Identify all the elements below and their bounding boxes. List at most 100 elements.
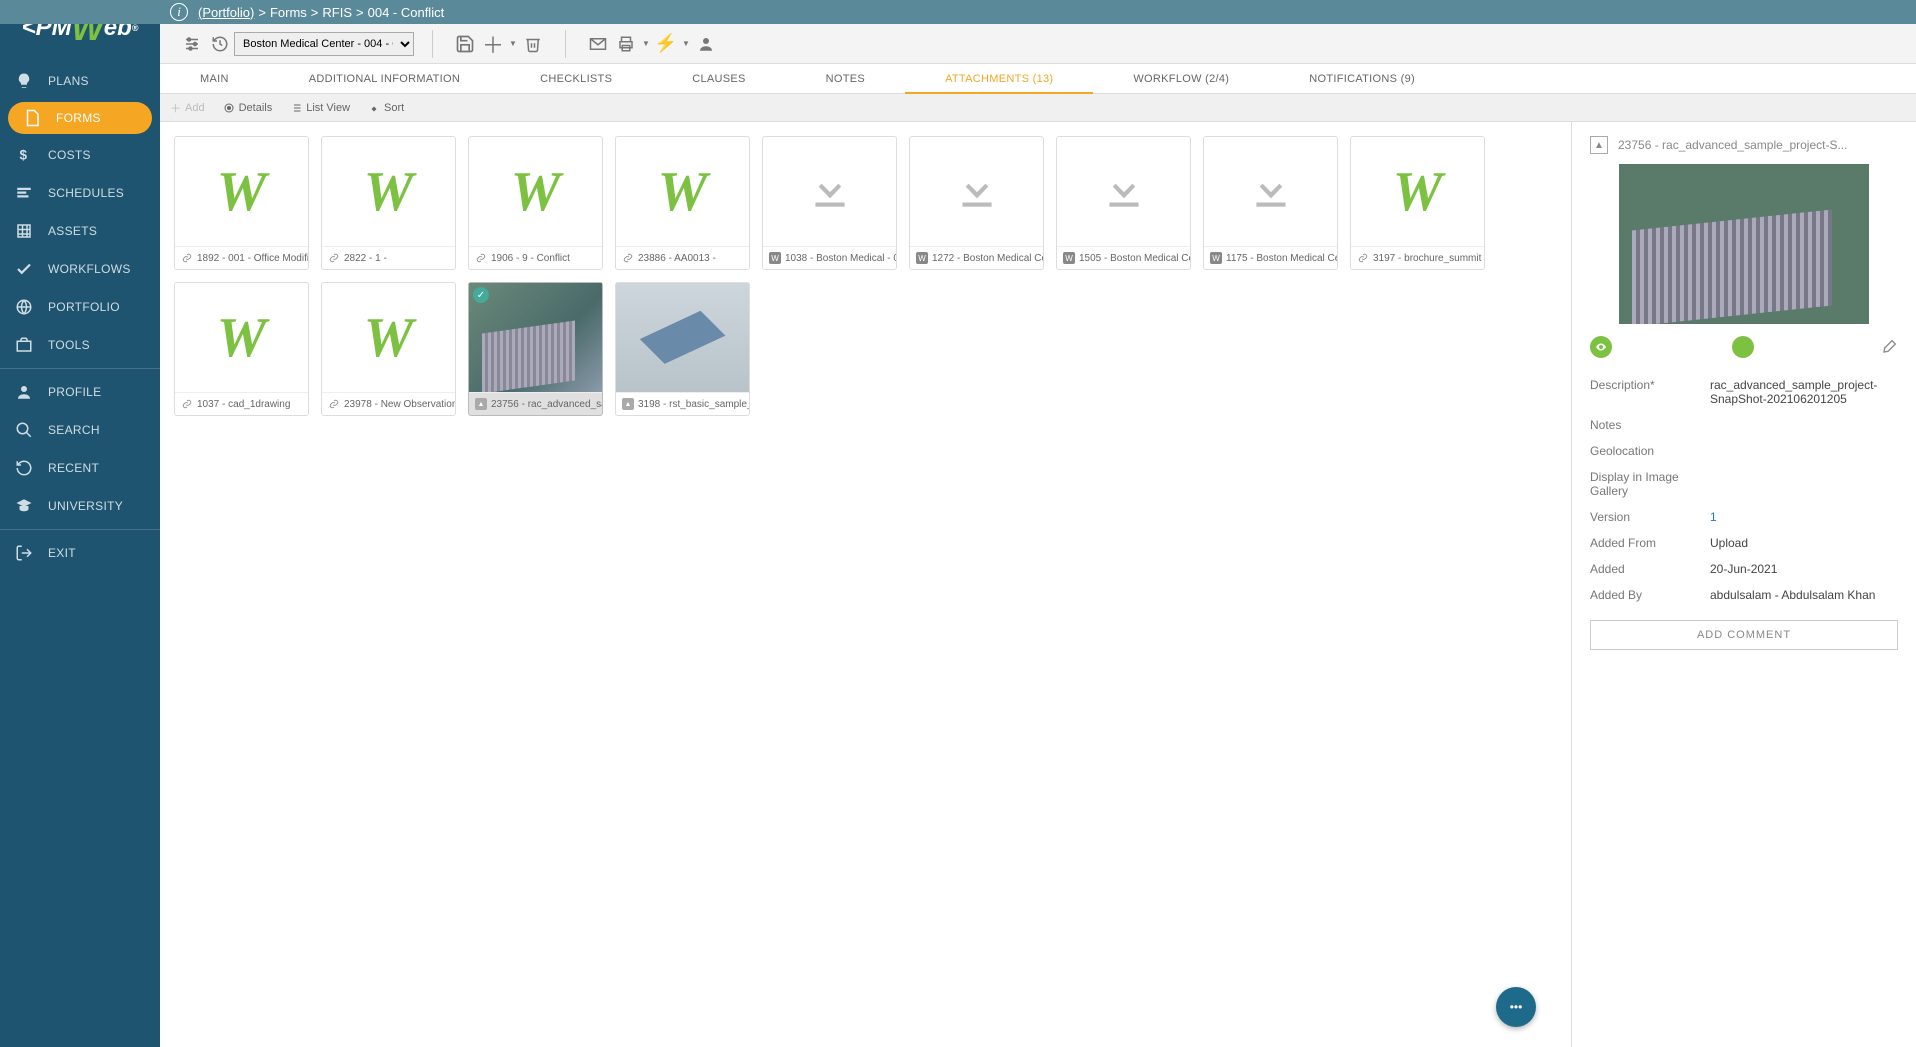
- toolbar-settings-icon[interactable]: [178, 30, 206, 58]
- action-dropdown-icon[interactable]: ▼: [680, 30, 692, 58]
- email-icon[interactable]: [584, 30, 612, 58]
- attachment-card[interactable]: W1906 - 9 - Conflict: [468, 136, 603, 270]
- attachment-card[interactable]: W1038 - Boston Medical - 00...: [762, 136, 897, 270]
- sidebar-item-assets[interactable]: ASSETS: [0, 212, 160, 250]
- delete-icon[interactable]: [519, 30, 547, 58]
- card-thumbnail: [910, 137, 1043, 247]
- subbar-listview[interactable]: List View: [290, 102, 350, 114]
- version-link[interactable]: 1: [1710, 510, 1717, 524]
- toolbar-history-icon[interactable]: [206, 30, 234, 58]
- tab-clauses[interactable]: CLAUSES: [652, 64, 785, 93]
- breadcrumb-forms[interactable]: Forms: [270, 5, 307, 20]
- attachments-subbar: ＋ Add Details List View Sort: [160, 94, 1916, 122]
- geolocation-label: Geolocation: [1590, 444, 1710, 458]
- added-value: 20-Jun-2021: [1710, 562, 1898, 576]
- sidebar-item-tools[interactable]: TOOLS: [0, 326, 160, 364]
- sidebar-item-profile[interactable]: PROFILE: [0, 373, 160, 411]
- add-dropdown-icon[interactable]: ▼: [507, 30, 519, 58]
- search-icon: [14, 420, 34, 440]
- sidebar-item-label: PORTFOLIO: [48, 300, 120, 314]
- attachment-card[interactable]: W23978 - New Observation - ...: [321, 282, 456, 416]
- user-icon[interactable]: [692, 30, 720, 58]
- sidebar-item-label: FORMS: [56, 111, 101, 125]
- link-icon: [328, 398, 340, 410]
- link-icon: [475, 252, 487, 264]
- link-icon: [622, 252, 634, 264]
- add-icon[interactable]: ＋: [479, 30, 507, 58]
- case-icon: [14, 335, 34, 355]
- sidebar-item-workflows[interactable]: WORKFLOWS: [0, 250, 160, 288]
- tab-notes[interactable]: NOTES: [786, 64, 905, 93]
- attachment-card[interactable]: W2822 - 1 -: [321, 136, 456, 270]
- attachment-card[interactable]: W1272 - Boston Medical Cent...: [909, 136, 1044, 270]
- dollar-icon: $: [14, 145, 34, 165]
- card-thumbnail: [763, 137, 896, 247]
- sidebar-item-plans[interactable]: PLANS: [0, 62, 160, 100]
- view-button[interactable]: [1590, 336, 1612, 358]
- breadcrumb-root[interactable]: (Portfolio): [198, 5, 254, 20]
- card-label: ▲23756 - rac_advanced_sam...: [469, 393, 602, 415]
- card-thumbnail: [1204, 137, 1337, 247]
- download-button[interactable]: [1732, 336, 1754, 358]
- sidebar-item-search[interactable]: SEARCH: [0, 411, 160, 449]
- card-label: 1892 - 001 - Office Modifica...: [175, 247, 308, 269]
- breadcrumb-rfis[interactable]: RFIS: [322, 5, 352, 20]
- word-icon: W: [1063, 252, 1075, 264]
- attachment-card[interactable]: W23886 - AA0013 -: [615, 136, 750, 270]
- bars-icon: [14, 183, 34, 203]
- sidebar-item-costs[interactable]: $COSTS: [0, 136, 160, 174]
- card-label: 23978 - New Observation - ...: [322, 393, 455, 415]
- attachment-card[interactable]: ▲23756 - rac_advanced_sam...: [468, 282, 603, 416]
- edit-brush-icon[interactable]: [1882, 338, 1898, 357]
- sidebar-item-portfolio[interactable]: PORTFOLIO: [0, 288, 160, 326]
- tab-attachments-13-[interactable]: ATTACHMENTS (13): [905, 64, 1093, 93]
- card-thumbnail: W: [322, 137, 455, 247]
- print-icon[interactable]: [612, 30, 640, 58]
- grid-icon: [14, 221, 34, 241]
- info-icon[interactable]: i: [170, 3, 188, 21]
- bulb-icon: [14, 71, 34, 91]
- description-value: rac_advanced_sample_project-SnapShot-202…: [1710, 378, 1898, 406]
- link-icon: [181, 252, 193, 264]
- notes-label: Notes: [1590, 418, 1710, 432]
- attachment-card[interactable]: W1175 - Boston Medical Cent...: [1203, 136, 1338, 270]
- card-thumbnail: W: [469, 137, 602, 247]
- save-icon[interactable]: [451, 30, 479, 58]
- tab-main[interactable]: MAIN: [160, 64, 269, 93]
- tab-additional-information[interactable]: ADDITIONAL INFORMATION: [269, 64, 500, 93]
- display-gallery-label: Display in Image Gallery: [1590, 470, 1710, 498]
- attachment-card[interactable]: W1892 - 001 - Office Modifica...: [174, 136, 309, 270]
- sidebar-item-label: PROFILE: [48, 385, 101, 399]
- attachment-card[interactable]: W1505 - Boston Medical Cent...: [1056, 136, 1191, 270]
- added-by-label: Added By: [1590, 588, 1710, 602]
- attachment-card[interactable]: W1037 - cad_1drawing: [174, 282, 309, 416]
- globe-icon: [14, 297, 34, 317]
- add-comment-button[interactable]: ADD COMMENT: [1590, 620, 1898, 650]
- tab-workflow-2-4-[interactable]: WORKFLOW (2/4): [1093, 64, 1269, 93]
- link-icon: [181, 398, 193, 410]
- details-title: 23756 - rac_advanced_sample_project-S...: [1618, 138, 1847, 152]
- fab-button[interactable]: •••: [1496, 987, 1536, 1027]
- sidebar-item-forms[interactable]: FORMS: [8, 102, 152, 134]
- sidebar-item-schedules[interactable]: SCHEDULES: [0, 174, 160, 212]
- details-preview-image: [1619, 164, 1869, 324]
- attachment-card[interactable]: ▲3198 - rst_basic_sample_pr...: [615, 282, 750, 416]
- print-dropdown-icon[interactable]: ▼: [640, 30, 652, 58]
- tab-checklists[interactable]: CHECKLISTS: [500, 64, 652, 93]
- sidebar-item-university[interactable]: UNIVERSITY: [0, 487, 160, 525]
- check-icon: [14, 259, 34, 279]
- sidebar-item-recent[interactable]: RECENT: [0, 449, 160, 487]
- sidebar-item-label: SCHEDULES: [48, 186, 124, 200]
- subbar-sort[interactable]: Sort: [368, 102, 404, 114]
- subbar-details[interactable]: Details: [223, 102, 273, 114]
- attachment-card[interactable]: W3197 - brochure_summit: [1350, 136, 1485, 270]
- image-icon: ▲: [1590, 136, 1608, 154]
- version-label: Version: [1590, 510, 1710, 524]
- sidebar-item-label: RECENT: [48, 461, 99, 475]
- sidebar: <PMWeb® PLANSFORMS$COSTSSCHEDULESASSETSW…: [0, 24, 160, 1047]
- action-icon[interactable]: ⚡: [652, 30, 680, 58]
- tab-notifications-9-[interactable]: NOTIFICATIONS (9): [1269, 64, 1455, 93]
- context-selector[interactable]: Boston Medical Center - 004 - Confl: [234, 32, 414, 56]
- sidebar-item-exit[interactable]: EXIT: [0, 534, 160, 572]
- card-label: ▲3198 - rst_basic_sample_pr...: [616, 393, 749, 415]
